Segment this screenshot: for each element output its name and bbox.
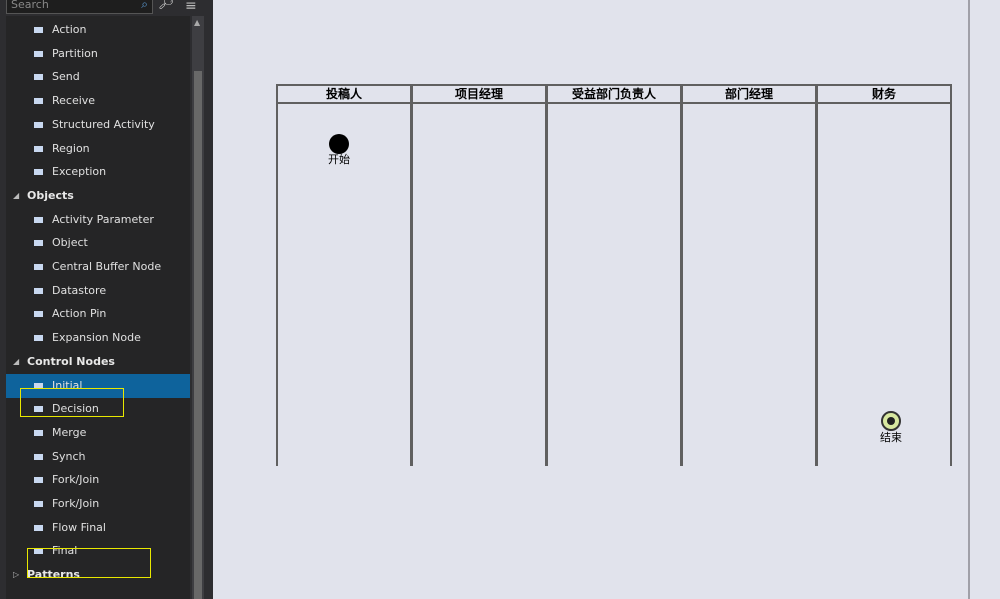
item-label: Structured Activity [52,117,155,131]
lane-header[interactable]: 部门经理 [683,84,815,104]
item-label: Partition [52,46,98,60]
swimlane[interactable]: 财务 [816,84,952,466]
swimlane[interactable]: 部门经理 [681,84,817,466]
lane-header[interactable]: 项目经理 [413,84,545,104]
object-icon [34,240,43,247]
toolbox-item[interactable]: Fork/Join [6,492,190,516]
toolbox-item[interactable]: Datastore [6,279,190,303]
toolbox-item[interactable]: Expansion Node [6,326,190,350]
canvas-border [968,0,970,599]
item-label: Action [52,23,87,36]
datastore-icon [34,287,43,294]
item-label: Fork/Join [52,497,100,510]
toolbox-item[interactable]: Object [6,231,190,255]
toolbox-item[interactable]: Fork/Join [6,468,190,492]
find-icon[interactable]: 🔎︎ [158,0,175,11]
item-label: Expansion Node [52,331,141,345]
lane-header[interactable]: 投稿人 [278,84,410,104]
toolbox-item[interactable]: Flow Final [6,516,190,540]
structured-activity-icon [34,121,43,128]
search-input[interactable]: Search ⌕ [6,0,153,14]
toolbox-item[interactable]: Exception [6,160,190,184]
category-control-nodes[interactable]: ◢ Control Nodes [6,350,190,374]
final-node[interactable]: 结束 [876,411,906,445]
item-label: Control Nodes [27,354,115,368]
collapse-icon[interactable]: ◢ [13,184,19,208]
toolbox-item[interactable]: Structured Activity [6,113,190,137]
toolbox-item[interactable]: Central Buffer Node [6,255,190,279]
category-objects[interactable]: ◢ Objects [6,184,190,208]
action-pin-icon [34,311,43,318]
item-label: Send [52,70,80,84]
item-label: Region [52,141,90,155]
toolbox-panel: Search ⌕ 🔎︎ ≡ Action Partition Send Receive S… [0,0,213,599]
highlight-box-initial [20,388,124,417]
item-label: Synch [52,449,86,463]
receive-icon [34,98,43,105]
scroll-up-icon[interactable]: ▲ [194,18,200,27]
toolbox-item[interactable]: Send [6,65,190,89]
item-label: Datastore [52,283,107,297]
activity-parameter-icon [34,216,43,223]
collapse-icon[interactable]: ◢ [13,350,19,374]
item-label: Activity Parameter [52,212,154,226]
send-icon [34,74,43,81]
highlight-box-final [27,548,151,578]
end-label: 结束 [880,431,902,444]
toolbox-item[interactable]: Region [6,137,190,161]
fork-vertical-icon [34,501,43,507]
item-label: Exception [52,165,107,179]
lane-header[interactable]: 受益部门负责人 [548,84,680,104]
central-buffer-icon [34,264,43,270]
start-label: 开始 [328,153,350,166]
toolbox-item[interactable]: Receive [6,89,190,113]
toolbox-item[interactable]: Action [6,18,190,42]
region-icon [34,145,43,152]
final-icon [881,411,901,431]
swimlane[interactable]: 受益部门负责人 [546,84,682,466]
toolbox-list: Action Partition Send Receive Structured Act… [6,16,190,599]
item-label: Object [52,236,88,250]
action-icon [34,27,43,33]
search-icon[interactable]: ⌕ [141,0,148,12]
expansion-node-icon [34,335,43,342]
item-label: Fork/Join [52,473,100,487]
flow-final-icon [34,524,43,531]
item-label: Action Pin [52,307,107,321]
toolbox-item[interactable]: Synch [6,445,190,469]
toolbox-item[interactable]: Partition [6,42,190,66]
item-label: Flow Final [52,520,106,534]
item-label: Central Buffer Node [52,260,162,273]
item-label: Merge [52,425,87,439]
toolbox-item[interactable]: Activity Parameter [6,208,190,232]
partition-icon [34,50,43,57]
menu-icon[interactable]: ≡ [185,0,201,14]
synch-icon [34,453,43,460]
item-label: Objects [27,188,74,202]
lane-header[interactable]: 财务 [818,84,950,104]
expand-icon[interactable]: ▷ [13,563,19,587]
swimlane-pool[interactable]: 投稿人 项目经理 受益部门负责人 部门经理 财务 [276,84,952,466]
scrollbar[interactable]: ▲ [192,16,204,599]
fork-horizontal-icon [34,477,43,484]
merge-icon [34,429,43,436]
swimlane[interactable]: 项目经理 [411,84,547,466]
exception-icon [34,169,43,176]
toolbox-item[interactable]: Action Pin [6,302,190,326]
scrollbar-thumb[interactable] [194,71,202,599]
initial-node[interactable]: 开始 [324,134,354,167]
toolbox-item[interactable]: Merge [6,421,190,445]
item-label: Receive [52,94,96,108]
